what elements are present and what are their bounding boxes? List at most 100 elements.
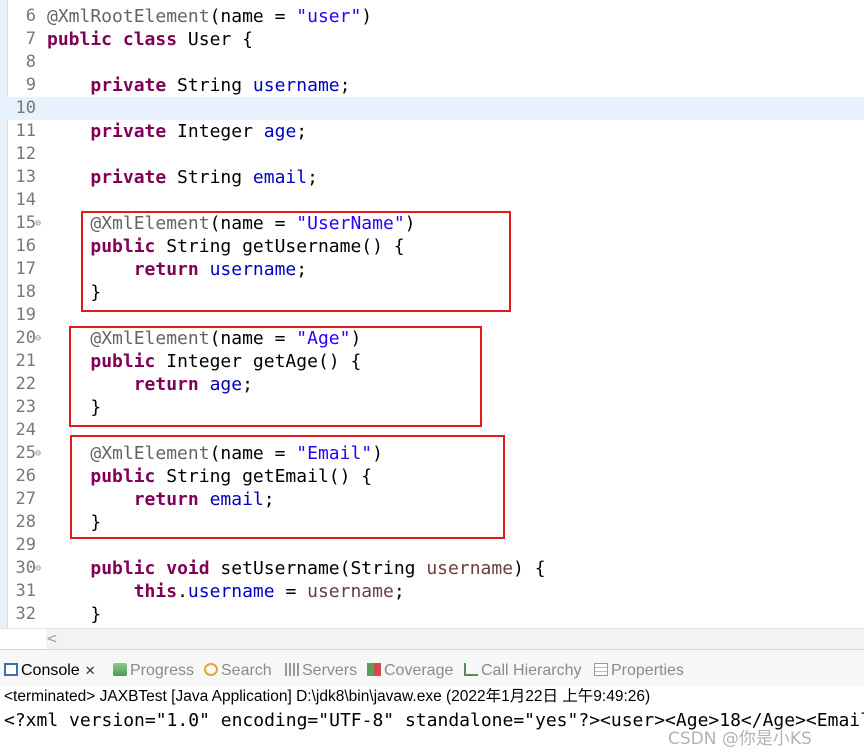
line-number: 9 xyxy=(25,75,36,95)
search-icon xyxy=(204,663,218,676)
code-editor[interactable]: 6 @XmlRootElement(name = "user") 7 public c… xyxy=(0,0,864,628)
tab-label: Properties xyxy=(611,662,684,679)
tab-progress[interactable]: Progress xyxy=(113,650,194,686)
code-token: public xyxy=(90,558,156,579)
line-number: 22 xyxy=(15,374,36,394)
code-token: private xyxy=(90,167,167,188)
fold-toggle-icon[interactable]: ⊖ xyxy=(35,212,45,235)
line-number: 19 xyxy=(15,305,36,325)
tab-label: Call Hierarchy xyxy=(481,662,582,679)
highlight-box-username-getter xyxy=(81,211,511,312)
code-token: email xyxy=(252,167,308,188)
code-token: ) xyxy=(361,6,373,27)
code-token: String xyxy=(166,167,253,188)
code-line[interactable]: 9 private String username; xyxy=(0,74,864,97)
fold-toggle-icon[interactable]: ⊖ xyxy=(35,557,45,580)
code-token: private xyxy=(90,75,167,96)
line-number: 24 xyxy=(15,420,36,440)
code-text: public class User { xyxy=(47,28,253,51)
horizontal-scrollbar[interactable]: < xyxy=(0,628,864,649)
line-number: 32 xyxy=(15,604,36,624)
tab-label: Servers xyxy=(302,662,358,679)
code-token: ; xyxy=(339,75,351,96)
tab-console[interactable]: Console ✕ xyxy=(4,650,96,686)
line-number: 25 xyxy=(15,443,36,463)
line-number: 27 xyxy=(15,489,36,509)
code-line[interactable]: 32 } xyxy=(0,603,864,626)
console-status-line: <terminated> JAXBTest [Java Application]… xyxy=(4,688,651,705)
code-line[interactable]: 6 @XmlRootElement(name = "user") xyxy=(0,5,864,28)
line-number: 28 xyxy=(15,512,36,532)
tab-label: Search xyxy=(221,662,272,679)
code-line[interactable]: 12 xyxy=(0,143,864,166)
code-text: @XmlRootElement(name = "user") xyxy=(47,5,372,28)
line-number: 20 xyxy=(15,328,36,348)
code-text: private String email; xyxy=(47,166,318,189)
close-icon[interactable]: ✕ xyxy=(85,663,96,678)
code-text: private Integer age; xyxy=(47,120,307,143)
code-token: Integer xyxy=(166,121,264,142)
tab-properties[interactable]: Properties xyxy=(594,650,684,686)
line-number: 11 xyxy=(15,121,36,141)
bottom-panel-tabs: Console ✕ Progress Search Servers Coverage Cal… xyxy=(0,649,864,686)
code-line[interactable]: 8 xyxy=(0,51,864,74)
line-number: 30 xyxy=(15,558,36,578)
code-token: (name = xyxy=(209,6,297,27)
code-token: "user" xyxy=(296,6,362,27)
coverage-icon xyxy=(367,663,381,676)
tab-coverage[interactable]: Coverage xyxy=(367,650,453,686)
code-token: this xyxy=(133,581,178,602)
code-token: setUsername(String xyxy=(209,558,427,579)
line-number: 23 xyxy=(15,397,36,417)
progress-icon xyxy=(113,663,127,676)
tab-search[interactable]: Search xyxy=(204,650,272,686)
code-line[interactable]: 11 private Integer age; xyxy=(0,120,864,143)
fold-toggle-icon[interactable]: ⊖ xyxy=(35,327,45,350)
line-number: 10 xyxy=(15,98,36,118)
code-token: . xyxy=(177,581,188,602)
code-token: } xyxy=(47,604,102,625)
code-line[interactable]: 13 private String email; xyxy=(0,166,864,189)
tab-call-hierarchy[interactable]: Call Hierarchy xyxy=(464,650,581,686)
line-number: 29 xyxy=(15,535,36,555)
line-number: 13 xyxy=(15,167,36,187)
console-icon xyxy=(4,663,18,676)
code-line[interactable]: 31 this.username = username; xyxy=(0,580,864,603)
code-token: void xyxy=(166,558,210,579)
highlight-box-email-getter xyxy=(70,435,505,539)
code-line[interactable]: 10 xyxy=(0,97,864,120)
tab-label: Progress xyxy=(130,662,195,679)
code-token: username xyxy=(426,558,514,579)
code-token: ; xyxy=(307,167,318,188)
code-token: username xyxy=(307,581,394,602)
properties-icon xyxy=(594,663,608,676)
code-text: private String username; xyxy=(47,74,350,97)
call-hierarchy-icon xyxy=(464,663,478,676)
servers-icon xyxy=(285,663,299,676)
code-token: ; xyxy=(393,581,405,602)
code-token: @XmlRootElement xyxy=(47,6,210,27)
code-line[interactable]: 14 xyxy=(0,189,864,212)
scroll-left-arrow[interactable]: < xyxy=(46,629,58,649)
code-text: this.username = username; xyxy=(47,580,405,603)
line-number: 16 xyxy=(15,236,36,256)
code-line[interactable]: 7 public class User { xyxy=(0,28,864,51)
code-line[interactable]: 30 ⊖ public void setUsername(String usern… xyxy=(0,557,864,580)
line-number: 6 xyxy=(25,6,36,26)
tab-servers[interactable]: Servers xyxy=(285,650,357,686)
line-number: 26 xyxy=(15,466,36,486)
code-token: = xyxy=(274,581,308,602)
code-text: public void setUsername(String username)… xyxy=(47,557,545,580)
fold-toggle-icon[interactable]: ⊖ xyxy=(35,442,45,465)
code-token: String xyxy=(166,75,253,96)
code-token: class xyxy=(122,29,178,50)
code-text: } xyxy=(47,603,101,626)
code-token: User { xyxy=(177,29,253,50)
code-token: age xyxy=(263,121,297,142)
